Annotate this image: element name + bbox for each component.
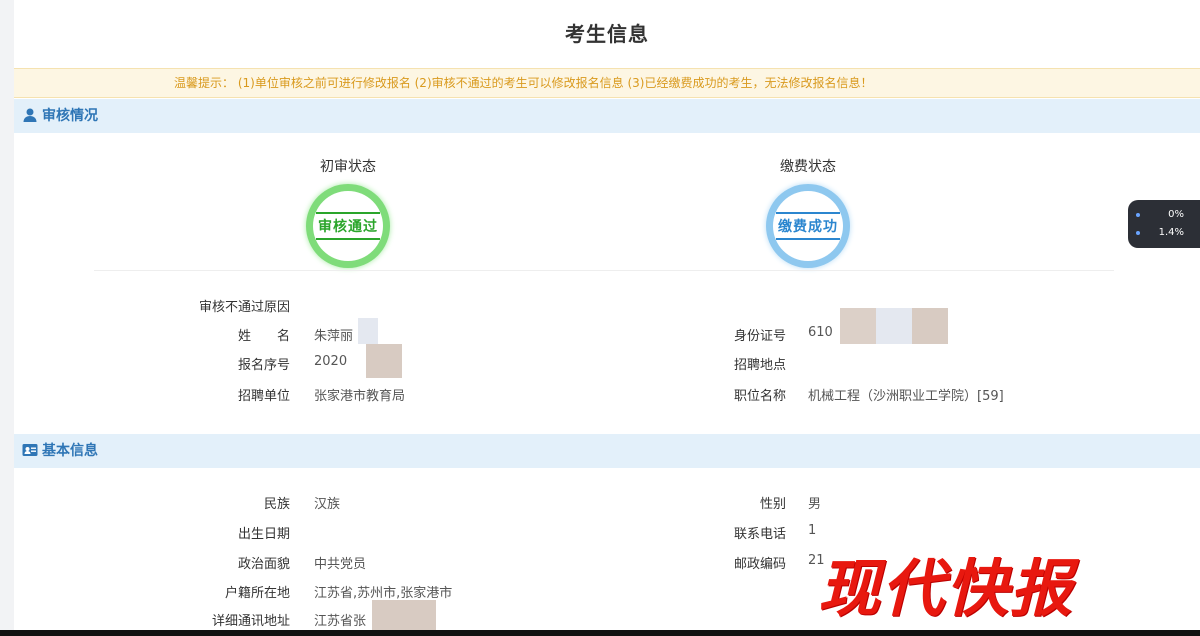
hukou-label: 户籍所在地 [224,586,290,601]
gender-label: 性别 [759,497,786,512]
bottom-bar [0,630,1200,636]
id-value: 610 [808,325,833,340]
unit-value: 张家港市教育局 [314,389,406,404]
blur-mosaic [840,308,876,344]
basic-section-title: 基本信息 [42,443,98,459]
id-label: 身份证号 [733,329,786,344]
payment-status: 缴费状态 缴费成功 [748,156,868,268]
birth-label: 出生日期 [237,527,290,542]
blur-mosaic [358,318,378,344]
payment-label: 缴费状态 [780,159,836,175]
review-passed-stamp: 审核通过 [306,184,390,268]
name-label: 姓 名 [237,329,290,344]
notice-banner: 温馨提示： (1)单位审核之前可进行修改报名 (2)审核不通过的考生可以修改报名… [14,68,1200,98]
hukou-value: 江苏省,苏州市,张家港市 [314,586,453,601]
site-label: 招聘地点 [733,358,786,373]
divider [94,270,1114,271]
phone-label: 联系电话 [733,527,786,542]
initial-review-label: 初审状态 [320,159,376,175]
review-section-title: 审核情况 [42,108,98,124]
id-card-icon [22,437,38,456]
blur-mosaic [366,344,402,378]
page-title: 考生信息 [565,22,649,46]
payment-success-text: 缴费成功 [776,212,840,240]
user-icon [22,102,38,122]
unit-label: 招聘单位 [237,389,290,404]
network-speed-widget[interactable]: 0% 1.4% [1128,200,1200,248]
phone-value: 1 [808,523,817,538]
address-value: 江苏省张 [314,614,367,629]
position-value: 机械工程（沙洲职业工学院）[59] [808,389,1004,404]
ethnicity-value: 汉族 [314,497,341,512]
review-passed-text: 审核通过 [316,212,380,240]
position-label: 职位名称 [733,389,786,404]
widget-line2: 1.4% [1158,227,1184,238]
widget-line1: 0% [1168,209,1184,220]
political-value: 中共党员 [314,557,367,572]
watermark-logo: 现代快报 [818,552,1075,625]
postcode-label: 邮政编码 [733,557,786,572]
reg-no-value: 2020 [314,354,348,369]
blur-mosaic [876,308,912,344]
political-label: 政治面貌 [237,557,290,572]
ethnicity-label: 民族 [263,497,290,512]
gender-value: 男 [808,497,822,512]
blur-mosaic [372,600,436,630]
basic-section-header: 基本信息 [14,434,1200,468]
reg-no-label: 报名序号 [237,358,290,373]
payment-success-stamp: 缴费成功 [766,184,850,268]
blur-mosaic [912,308,948,344]
reject-reason-label: 审核不通过原因 [198,300,290,315]
address-label: 详细通讯地址 [211,614,290,629]
initial-review-status: 初审状态 审核通过 [288,156,408,268]
review-section-header: 审核情况 [14,99,1200,133]
name-value: 朱萍丽 [314,329,354,344]
